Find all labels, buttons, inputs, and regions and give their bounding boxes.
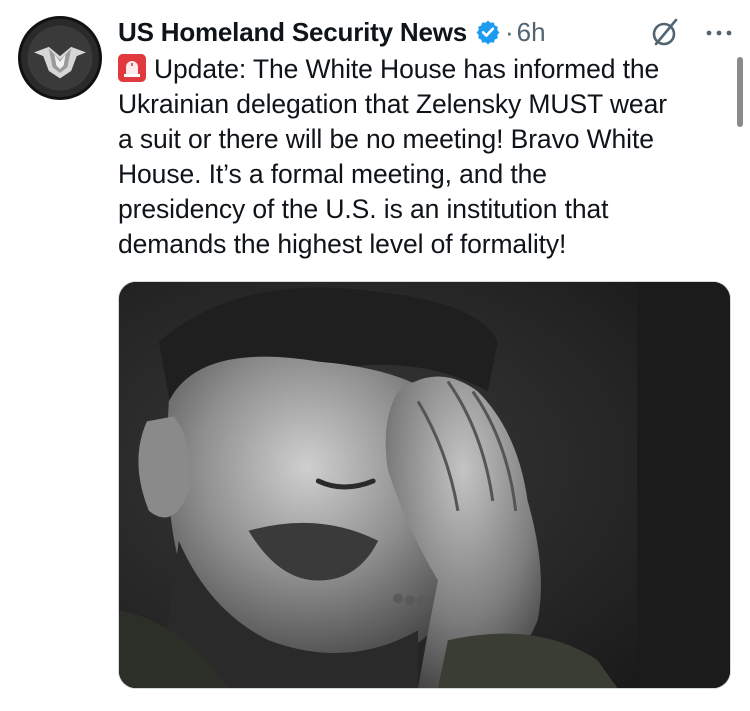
separator-dot: · [505,16,514,47]
shield-eagle-logo-icon [21,19,99,97]
more-options-icon[interactable] [702,18,736,48]
tweet-text: Update: The White House has informed the… [118,52,733,262]
avatar[interactable] [18,16,102,100]
photo-man-hand-on-forehead [119,282,730,688]
rotating-light-icon [118,54,146,82]
verified-badge-icon [475,19,501,45]
tweet-body: Update: The White House has informed the… [118,54,667,259]
tweet-photo[interactable] [118,281,731,689]
scrollbar[interactable] [737,57,743,127]
grok-icon[interactable] [648,16,682,50]
display-name[interactable]: US Homeland Security News [118,17,467,48]
timestamp[interactable]: 6h [517,17,546,48]
tweet-header: US Homeland Security News · 6h [118,12,738,52]
